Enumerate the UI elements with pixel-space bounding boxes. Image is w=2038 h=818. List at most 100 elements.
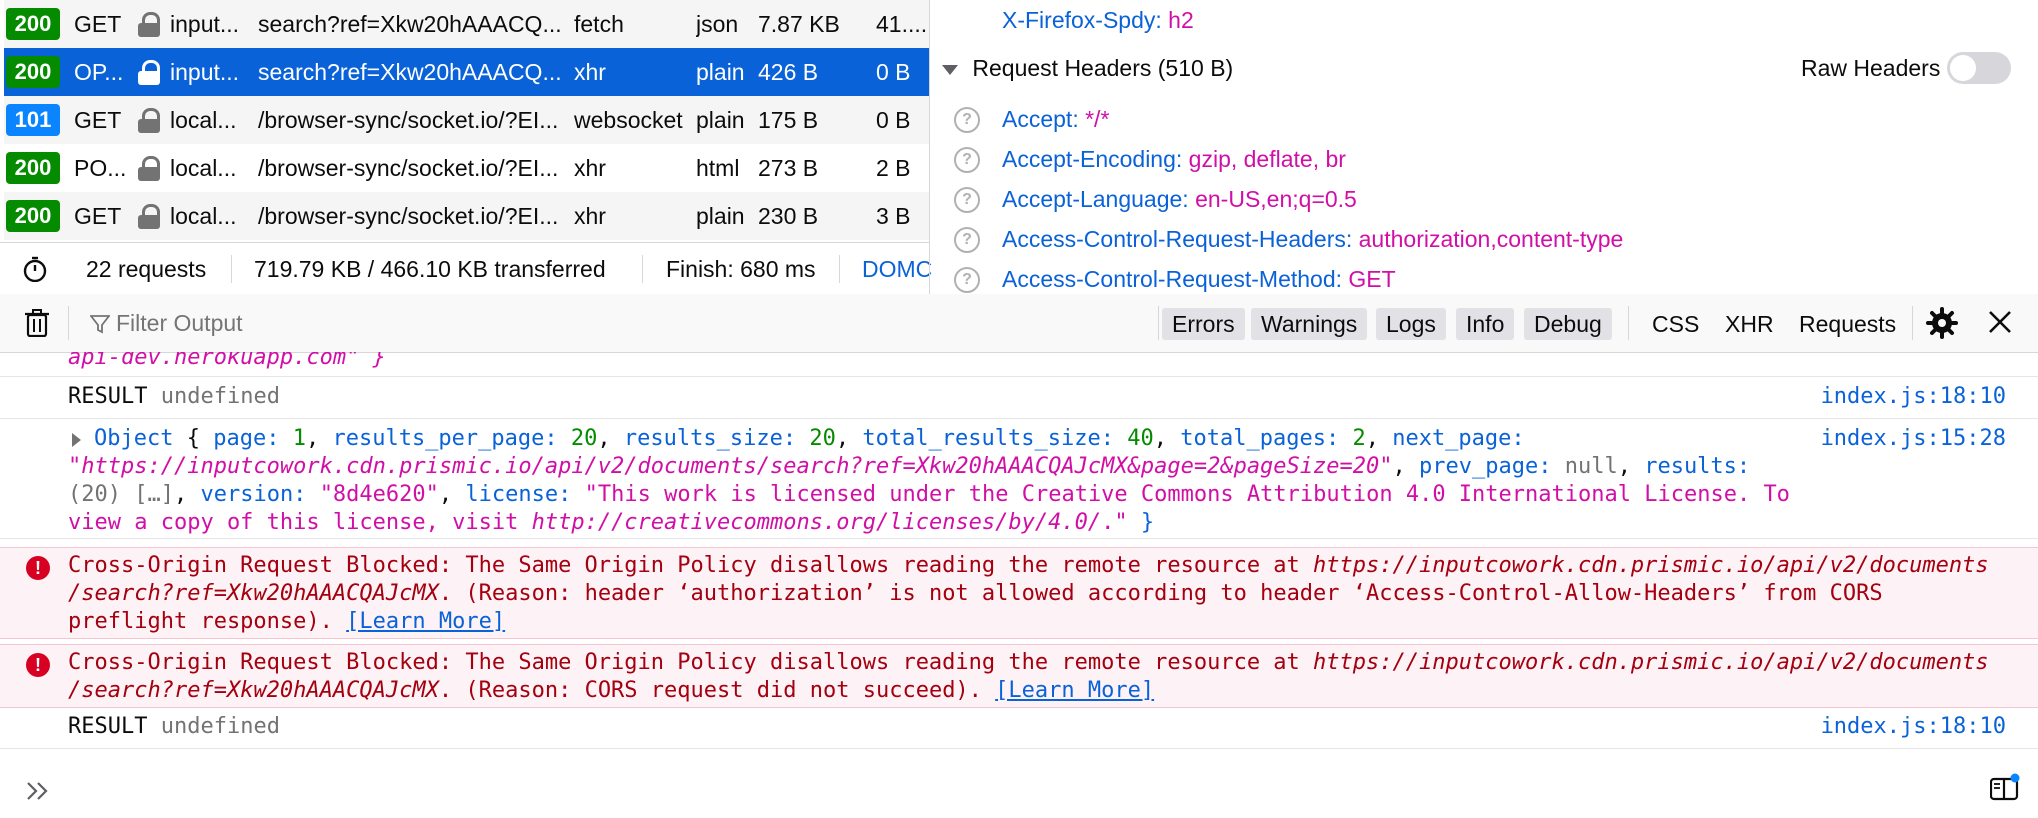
sidebar-toggle-icon[interactable] (1989, 773, 2020, 801)
request-row[interactable]: 101 GET local... /browser-sync/socket.io/?E… (4, 96, 929, 144)
filter-logs-button[interactable]: Logs (1376, 308, 1446, 340)
object-preview-line: (20) […], version: "8d4e620", license: "… (68, 482, 1790, 507)
raw-headers-label: Raw Headers (1801, 55, 1941, 81)
request-method: GET (74, 203, 122, 229)
request-size: 41.... (876, 11, 928, 37)
network-summary-bar: 22 requests 719.79 KB / 466.10 KB transf… (0, 242, 932, 295)
request-transferred: 426 B (758, 59, 819, 85)
request-domain: local... (170, 203, 237, 229)
help-icon[interactable]: ? (954, 187, 980, 213)
divider (68, 306, 69, 340)
prop-value: null (1564, 454, 1618, 479)
prop-value: "This work is licensed under the Creativ… (584, 482, 1790, 507)
raw-headers-toggle[interactable] (1947, 52, 2011, 84)
console-input[interactable] (0, 765, 2038, 818)
request-domain: local... (170, 107, 237, 133)
divider (1158, 306, 1159, 340)
prop-key: version: (200, 482, 307, 507)
prop-key: results_size: (623, 426, 797, 451)
header-name: Accept: (1002, 106, 1079, 132)
learn-more-link[interactable]: [Learn More] (346, 609, 505, 634)
header-value: */* (1085, 106, 1110, 132)
prop-key: next_page: (1392, 426, 1525, 451)
trash-icon[interactable] (25, 309, 49, 338)
source-location-link[interactable]: index.js:18:10 (1821, 713, 2006, 741)
request-cause: xhr (574, 203, 606, 229)
filter-icon (89, 313, 111, 334)
summary-requests: 22 requests (86, 256, 207, 282)
prop-value: 20 (570, 426, 598, 451)
help-icon[interactable]: ? (954, 107, 980, 133)
prop-value-url: http://creativecommons.org/licenses/by/4… (531, 510, 1102, 535)
header-row: Access-Control-Request-Method: GET (1002, 266, 1396, 293)
request-size: 0 B (876, 59, 911, 85)
status-badge: 200 (6, 8, 60, 40)
help-icon[interactable]: ? (954, 267, 980, 293)
prop-value: "https://inputcowork.cdn.prismic.io/api/… (68, 454, 1393, 479)
error-url: /search?ref=Xkw20hAAACQAJcMX (68, 678, 439, 703)
expand-triangle-icon[interactable] (72, 433, 81, 447)
filter-debug-button[interactable]: Debug (1524, 308, 1612, 340)
request-size: 2 B (876, 155, 911, 181)
lock-icon (138, 108, 160, 133)
error-text: Cross-Origin Request Blocked: The Same O… (68, 552, 2008, 636)
request-row[interactable]: 200 GET local... /browser-sync/socket.io/?E… (4, 192, 929, 240)
error-text: Cross-Origin Request Blocked: The Same O… (68, 649, 2008, 705)
prop-value: 2 (1352, 426, 1366, 451)
prop-key: results: (1644, 454, 1751, 479)
gear-icon[interactable] (1925, 306, 1959, 340)
close-icon[interactable] (1988, 310, 2012, 334)
error-line: . (Reason: CORS request did not succeed)… (438, 678, 996, 703)
filter-xhr-button[interactable]: XHR (1725, 308, 1774, 340)
divider (1912, 306, 1913, 340)
header-row: Accept: */* (1002, 106, 1109, 133)
help-icon[interactable]: ? (954, 227, 980, 253)
request-row[interactable]: 200 PO... local... /browser-sync/socket.io/… (4, 144, 929, 192)
request-transferred: 7.87 KB (758, 11, 840, 37)
request-row[interactable]: 200 OP... input... search?ref=Xkw20hAAACQ..… (4, 48, 929, 96)
filter-output-input[interactable] (114, 304, 758, 342)
prop-key: page: (213, 426, 280, 451)
filter-css-button[interactable]: CSS (1652, 308, 1699, 340)
stopwatch-icon[interactable] (22, 256, 48, 283)
console-error-message: ! Cross-Origin Request Blocked: The Same… (0, 547, 2038, 639)
result-value: undefined (160, 384, 280, 409)
prop-key: total_pages: (1180, 426, 1340, 451)
result-value: undefined (160, 714, 280, 739)
header-name: Accept-Language: (1002, 186, 1189, 212)
request-row[interactable]: 200 GET input... search?ref=Xkw20hAAACQ... f… (4, 0, 929, 48)
summary-finish: Finish: 680 ms (666, 256, 816, 282)
request-cause: websocket (574, 107, 683, 133)
request-file: search?ref=Xkw20hAAACQ... (258, 11, 562, 37)
prop-value: (20) […] (68, 482, 174, 507)
prop-value: 1 (292, 426, 306, 451)
filter-info-button[interactable]: Info (1456, 308, 1515, 340)
header-value: GET (1348, 266, 1396, 292)
request-cause: xhr (574, 59, 606, 85)
object-preview[interactable]: Object { page: 1, results_per_page: 20, … (94, 425, 1525, 453)
header-name: Accept-Encoding: (1002, 146, 1183, 172)
console-output: api-dev.herokuapp.com" } RESULT undefine… (0, 352, 2038, 765)
request-headers-section[interactable]: Request Headers (510 B) (942, 55, 1233, 82)
console-toolbar: Errors Warnings Logs Info Debug CSS XHR … (0, 294, 2038, 353)
filter-requests-button[interactable]: Requests (1799, 308, 1896, 340)
header-value: gzip, deflate, br (1188, 146, 1346, 172)
help-icon[interactable]: ? (954, 147, 980, 173)
header-value: en-US,en;q=0.5 (1195, 186, 1357, 212)
source-location-link[interactable]: index.js:15:28 (1821, 425, 2006, 453)
learn-more-link[interactable]: [Learn More] (995, 678, 1154, 703)
request-cause: xhr (574, 155, 606, 181)
request-size: 3 B (876, 203, 911, 229)
source-location-link[interactable]: index.js:18:10 (1821, 383, 2006, 411)
error-icon: ! (26, 653, 50, 677)
result-text: RESULT undefined (68, 383, 280, 411)
divider (839, 255, 840, 283)
error-url: /search?ref=Xkw20hAAACQAJcMX (68, 581, 439, 606)
request-type: plain (696, 203, 745, 229)
header-name: Access-Control-Request-Method: (1002, 266, 1343, 292)
error-line: preflight response). (68, 609, 347, 634)
request-cause: fetch (574, 11, 624, 37)
request-type: json (696, 11, 739, 37)
filter-warnings-button[interactable]: Warnings (1251, 308, 1368, 340)
filter-errors-button[interactable]: Errors (1162, 308, 1245, 340)
